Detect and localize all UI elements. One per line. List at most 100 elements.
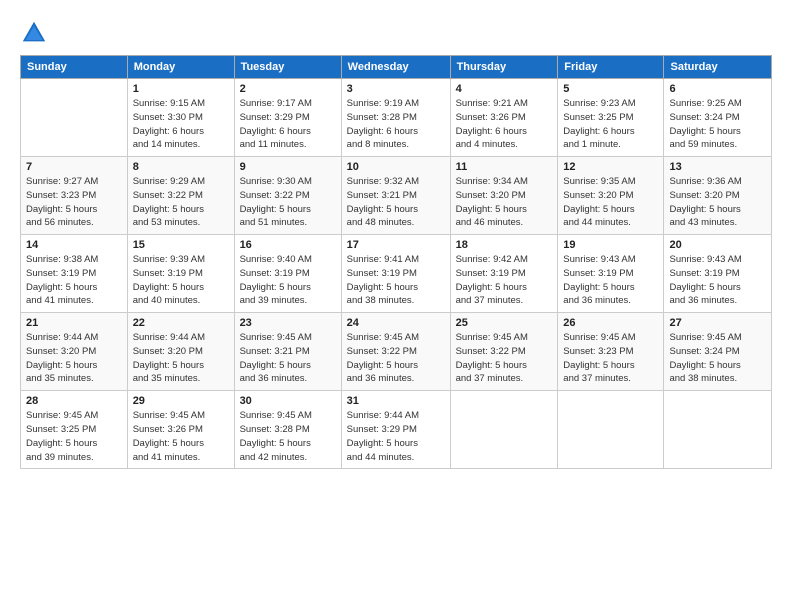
week-row-4: 28 Sunrise: 9:45 AM Sunset: 3:25 PM Dayli… (21, 391, 772, 469)
day-info: Sunrise: 9:34 AM Sunset: 3:20 PM Dayligh… (456, 175, 553, 230)
day-header-saturday: Saturday (664, 56, 772, 79)
day-info: Sunrise: 9:45 AM Sunset: 3:22 PM Dayligh… (347, 331, 445, 386)
calendar-cell: 9 Sunrise: 9:30 AM Sunset: 3:22 PM Daylig… (234, 157, 341, 235)
day-number: 23 (240, 317, 336, 329)
day-number: 22 (133, 317, 229, 329)
calendar-cell: 16 Sunrise: 9:40 AM Sunset: 3:19 PM Dayli… (234, 235, 341, 313)
calendar-cell: 13 Sunrise: 9:36 AM Sunset: 3:20 PM Dayli… (664, 157, 772, 235)
day-info: Sunrise: 9:45 AM Sunset: 3:25 PM Dayligh… (26, 409, 122, 464)
day-number: 13 (669, 161, 766, 173)
day-number: 27 (669, 317, 766, 329)
calendar-cell: 19 Sunrise: 9:43 AM Sunset: 3:19 PM Dayli… (558, 235, 664, 313)
day-info: Sunrise: 9:40 AM Sunset: 3:19 PM Dayligh… (240, 253, 336, 308)
day-info: Sunrise: 9:45 AM Sunset: 3:23 PM Dayligh… (563, 331, 658, 386)
calendar-cell: 11 Sunrise: 9:34 AM Sunset: 3:20 PM Dayli… (450, 157, 558, 235)
day-info: Sunrise: 9:39 AM Sunset: 3:19 PM Dayligh… (133, 253, 229, 308)
day-number: 10 (347, 161, 445, 173)
calendar-cell: 20Sunrise: 9:43 AM Sunset: 3:19 PM Dayli… (664, 235, 772, 313)
calendar-body: 1 Sunrise: 9:15 AM Sunset: 3:30 PM Daylig… (21, 79, 772, 469)
calendar-cell: 17Sunrise: 9:41 AM Sunset: 3:19 PM Dayli… (341, 235, 450, 313)
day-number: 15 (133, 239, 229, 251)
day-number: 11 (456, 161, 553, 173)
calendar-header: SundayMondayTuesdayWednesdayThursdayFrid… (21, 56, 772, 79)
calendar-cell: 1 Sunrise: 9:15 AM Sunset: 3:30 PM Daylig… (127, 79, 234, 157)
day-number: 30 (240, 395, 336, 407)
day-number: 28 (26, 395, 122, 407)
calendar-cell: 15 Sunrise: 9:39 AM Sunset: 3:19 PM Dayli… (127, 235, 234, 313)
day-header-sunday: Sunday (21, 56, 128, 79)
day-info: Sunrise: 9:44 AM Sunset: 3:20 PM Dayligh… (26, 331, 122, 386)
day-header-monday: Monday (127, 56, 234, 79)
day-number: 29 (133, 395, 229, 407)
day-number: 9 (240, 161, 336, 173)
logo (20, 19, 50, 47)
week-row-2: 14 Sunrise: 9:38 AM Sunset: 3:19 PM Dayli… (21, 235, 772, 313)
day-info: Sunrise: 9:45 AM Sunset: 3:21 PM Dayligh… (240, 331, 336, 386)
day-number: 26 (563, 317, 658, 329)
day-header-wednesday: Wednesday (341, 56, 450, 79)
calendar-cell (450, 391, 558, 469)
day-info: Sunrise: 9:25 AM Sunset: 3:24 PM Dayligh… (669, 97, 766, 152)
week-row-1: 7 Sunrise: 9:27 AM Sunset: 3:23 PM Daylig… (21, 157, 772, 235)
day-number: 16 (240, 239, 336, 251)
calendar-cell (21, 79, 128, 157)
day-number: 17 (347, 239, 445, 251)
day-info: Sunrise: 9:21 AM Sunset: 3:26 PM Dayligh… (456, 97, 553, 152)
day-header-tuesday: Tuesday (234, 56, 341, 79)
calendar-cell (664, 391, 772, 469)
calendar-cell: 8Sunrise: 9:29 AM Sunset: 3:22 PM Daylig… (127, 157, 234, 235)
day-number: 7 (26, 161, 122, 173)
calendar-cell: 7 Sunrise: 9:27 AM Sunset: 3:23 PM Daylig… (21, 157, 128, 235)
day-number: 8 (133, 161, 229, 173)
day-number: 12 (563, 161, 658, 173)
calendar-cell: 23 Sunrise: 9:45 AM Sunset: 3:21 PM Dayli… (234, 313, 341, 391)
day-info: Sunrise: 9:45 AM Sunset: 3:26 PM Dayligh… (133, 409, 229, 464)
calendar-cell: 28 Sunrise: 9:45 AM Sunset: 3:25 PM Dayli… (21, 391, 128, 469)
day-info: Sunrise: 9:23 AM Sunset: 3:25 PM Dayligh… (563, 97, 658, 152)
day-number: 19 (563, 239, 658, 251)
day-info: Sunrise: 9:45 AM Sunset: 3:24 PM Dayligh… (669, 331, 766, 386)
calendar-cell: 18Sunrise: 9:42 AM Sunset: 3:19 PM Dayli… (450, 235, 558, 313)
day-info: Sunrise: 9:30 AM Sunset: 3:22 PM Dayligh… (240, 175, 336, 230)
day-info: Sunrise: 9:43 AM Sunset: 3:19 PM Dayligh… (563, 253, 658, 308)
week-row-3: 21 Sunrise: 9:44 AM Sunset: 3:20 PM Dayli… (21, 313, 772, 391)
day-info: Sunrise: 9:44 AM Sunset: 3:29 PM Dayligh… (347, 409, 445, 464)
calendar-cell: 22 Sunrise: 9:44 AM Sunset: 3:20 PM Dayli… (127, 313, 234, 391)
day-info: Sunrise: 9:32 AM Sunset: 3:21 PM Dayligh… (347, 175, 445, 230)
calendar-cell: 21 Sunrise: 9:44 AM Sunset: 3:20 PM Dayli… (21, 313, 128, 391)
calendar-cell: 10 Sunrise: 9:32 AM Sunset: 3:21 PM Dayli… (341, 157, 450, 235)
day-number: 21 (26, 317, 122, 329)
day-number: 2 (240, 83, 336, 95)
day-number: 25 (456, 317, 553, 329)
day-info: Sunrise: 9:15 AM Sunset: 3:30 PM Dayligh… (133, 97, 229, 152)
day-number: 14 (26, 239, 122, 251)
day-info: Sunrise: 9:36 AM Sunset: 3:20 PM Dayligh… (669, 175, 766, 230)
day-info: Sunrise: 9:45 AM Sunset: 3:22 PM Dayligh… (456, 331, 553, 386)
header-row: SundayMondayTuesdayWednesdayThursdayFrid… (21, 56, 772, 79)
page: SundayMondayTuesdayWednesdayThursdayFrid… (0, 0, 792, 612)
calendar-cell: 3Sunrise: 9:19 AM Sunset: 3:28 PM Daylig… (341, 79, 450, 157)
calendar-cell: 4Sunrise: 9:21 AM Sunset: 3:26 PM Daylig… (450, 79, 558, 157)
day-header-friday: Friday (558, 56, 664, 79)
day-number: 1 (133, 83, 229, 95)
day-info: Sunrise: 9:44 AM Sunset: 3:20 PM Dayligh… (133, 331, 229, 386)
day-number: 18 (456, 239, 553, 251)
calendar-cell: 25 Sunrise: 9:45 AM Sunset: 3:22 PM Dayli… (450, 313, 558, 391)
day-info: Sunrise: 9:45 AM Sunset: 3:28 PM Dayligh… (240, 409, 336, 464)
day-number: 5 (563, 83, 658, 95)
header (20, 15, 772, 47)
day-info: Sunrise: 9:38 AM Sunset: 3:19 PM Dayligh… (26, 253, 122, 308)
week-row-0: 1 Sunrise: 9:15 AM Sunset: 3:30 PM Daylig… (21, 79, 772, 157)
calendar-cell: 6Sunrise: 9:25 AM Sunset: 3:24 PM Daylig… (664, 79, 772, 157)
day-number: 3 (347, 83, 445, 95)
calendar-cell: 12 Sunrise: 9:35 AM Sunset: 3:20 PM Dayli… (558, 157, 664, 235)
calendar-cell (558, 391, 664, 469)
calendar-cell: 5 Sunrise: 9:23 AM Sunset: 3:25 PM Daylig… (558, 79, 664, 157)
day-info: Sunrise: 9:35 AM Sunset: 3:20 PM Dayligh… (563, 175, 658, 230)
calendar-cell: 14 Sunrise: 9:38 AM Sunset: 3:19 PM Dayli… (21, 235, 128, 313)
day-number: 20 (669, 239, 766, 251)
calendar-cell: 29 Sunrise: 9:45 AM Sunset: 3:26 PM Dayli… (127, 391, 234, 469)
day-header-thursday: Thursday (450, 56, 558, 79)
day-info: Sunrise: 9:27 AM Sunset: 3:23 PM Dayligh… (26, 175, 122, 230)
calendar-cell: 26 Sunrise: 9:45 AM Sunset: 3:23 PM Dayli… (558, 313, 664, 391)
